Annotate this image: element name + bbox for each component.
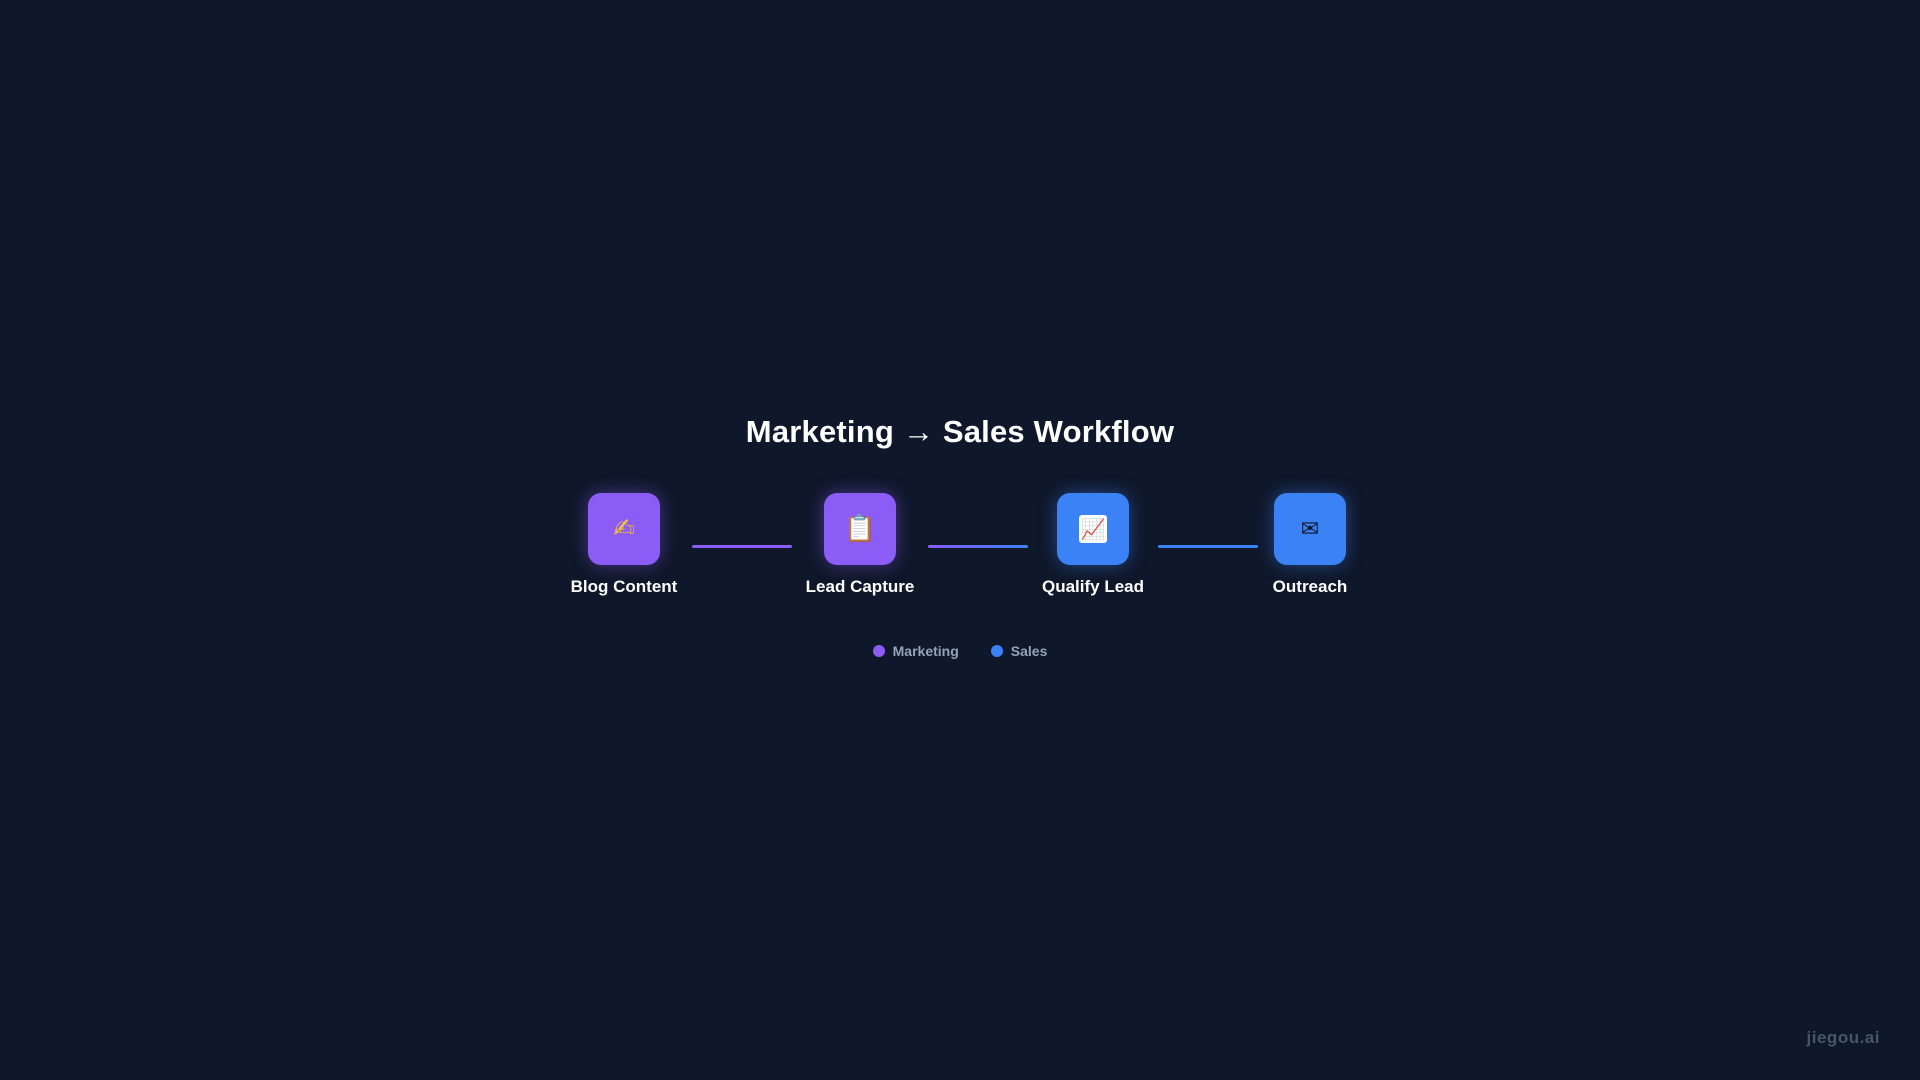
node-qualify-lead[interactable]: 📈 Qualify Lead	[1023, 493, 1163, 597]
node-blog-content[interactable]: ✍ Blog Content	[554, 493, 694, 597]
node-lead-capture[interactable]: 📋 Lead Capture	[790, 493, 930, 597]
node-outreach[interactable]: ✉ Outreach	[1240, 493, 1380, 597]
node-box-blog-content: ✍	[588, 493, 660, 565]
clipboard-icon: 📋	[843, 514, 877, 544]
node-label: Outreach	[1272, 577, 1348, 596]
connector-blog-to-lead-capture	[692, 545, 792, 548]
watermark: jiegou.ai	[1806, 1028, 1880, 1047]
legend-dot-sales	[990, 645, 1003, 657]
legend-dot-marketing	[872, 645, 885, 657]
node-box-lead-capture: 📋	[824, 493, 896, 565]
diagram-title: Marketing → Sales Workflow	[745, 414, 1175, 449]
legend-label: Sales	[1010, 643, 1048, 659]
connector-lead-capture-to-qualify	[928, 545, 1028, 548]
legend: Marketing Sales	[0, 643, 1920, 659]
node-box-outreach: ✉	[1274, 493, 1346, 565]
workflow-flow: ✍ Blog Content 📋 Lead Capture 📈 Qualify …	[0, 493, 1920, 603]
legend-item-marketing: Marketing	[872, 643, 959, 659]
workflow-canvas: Marketing → Sales Workflow ✍ Blog Conten…	[0, 0, 1920, 1080]
legend-item-sales: Sales	[990, 643, 1048, 659]
writing-hand-icon: ✍	[613, 514, 635, 544]
node-label: Qualify Lead	[1041, 577, 1145, 596]
legend-label: Marketing	[892, 643, 959, 659]
node-label: Blog Content	[570, 577, 678, 596]
chart-increasing-icon: 📈	[1079, 515, 1107, 543]
node-label: Lead Capture	[805, 577, 915, 596]
node-box-qualify-lead: 📈	[1057, 493, 1129, 565]
envelope-icon: ✉	[1300, 516, 1320, 542]
